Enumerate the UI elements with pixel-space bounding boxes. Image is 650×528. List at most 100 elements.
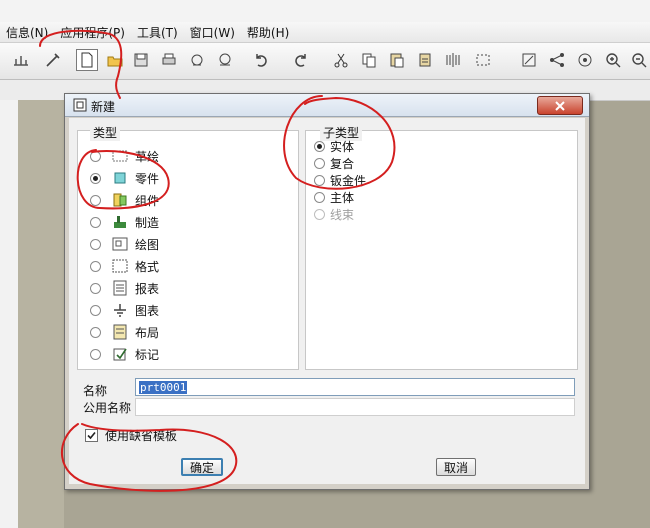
close-icon <box>555 100 565 111</box>
subtype-label: 复合 <box>330 156 355 171</box>
radio-composite[interactable] <box>314 157 325 169</box>
paste-icon[interactable] <box>386 49 408 71</box>
layout-icon <box>113 324 127 340</box>
type-option-drawing[interactable]: 绘图 <box>90 235 159 253</box>
report-icon <box>113 280 127 296</box>
zoom-in-icon[interactable] <box>602 49 624 71</box>
radio-drawing[interactable] <box>90 238 101 250</box>
subtype-option-solid[interactable]: 实体 <box>314 138 354 154</box>
diagram-icon <box>114 304 126 317</box>
radio-manufacturing[interactable] <box>90 216 101 228</box>
subtype-option-harness: 线束 <box>314 206 354 222</box>
common-name-input[interactable] <box>135 398 575 416</box>
zoom-out-icon[interactable] <box>628 49 650 71</box>
part-icon <box>114 172 126 184</box>
type-option-part[interactable]: 零件 <box>90 169 159 187</box>
name-value: prt0001 <box>139 380 188 394</box>
dialog-app-icon <box>73 98 87 112</box>
menu-window[interactable]: 窗口(W) <box>184 24 241 41</box>
type-label: 报表 <box>135 281 160 296</box>
checkmark-icon <box>87 431 96 440</box>
relations-icon[interactable] <box>546 49 568 71</box>
common-name-label: 公用名称 <box>83 401 132 415</box>
sketch-icon <box>112 150 128 162</box>
type-label: 草绘 <box>135 149 160 164</box>
send-icon[interactable] <box>214 49 236 71</box>
subtype-label: 钣金件 <box>330 173 367 188</box>
sketch-icon[interactable] <box>518 49 540 71</box>
mirror-icon[interactable] <box>442 49 464 71</box>
name-label: 名称 <box>83 384 108 398</box>
cancel-button[interactable]: 取消 <box>436 458 476 476</box>
type-label: 标记 <box>135 347 160 362</box>
subtype-option-bulk[interactable]: 主体 <box>314 189 354 205</box>
subtype-label: 主体 <box>330 190 355 205</box>
paste-special-icon[interactable] <box>414 49 436 71</box>
cut-icon[interactable] <box>330 49 352 71</box>
radio-solid[interactable] <box>314 140 325 152</box>
type-label: 格式 <box>135 259 160 274</box>
model-tree-icon[interactable] <box>574 49 596 71</box>
type-option-diagram[interactable]: 图表 <box>90 301 159 319</box>
print-preview-icon[interactable] <box>186 49 208 71</box>
type-option-markup[interactable]: 标记 <box>90 345 159 363</box>
subtype-option-composite[interactable]: 复合 <box>314 155 354 171</box>
radio-harness <box>314 208 325 220</box>
menubar: 信息(N) 应用程序(P) 工具(T) 窗口(W) 帮助(H) <box>0 22 650 43</box>
ok-button[interactable]: 确定 <box>181 458 223 476</box>
subtype-label: 实体 <box>330 139 355 154</box>
type-option-sketch[interactable]: 草绘 <box>90 147 159 165</box>
default-template-checkbox[interactable] <box>85 429 98 442</box>
type-option-format[interactable]: 格式 <box>90 257 159 275</box>
radio-bulk[interactable] <box>314 191 325 203</box>
menu-applications[interactable]: 应用程序(P) <box>54 24 131 41</box>
graphics-area-left <box>18 100 64 528</box>
dialog-titlebar: 新建 <box>65 94 589 117</box>
radio-format[interactable] <box>90 260 101 272</box>
radio-markup[interactable] <box>90 348 101 360</box>
type-option-assembly[interactable]: 组件 <box>90 191 159 209</box>
select-box-icon[interactable] <box>472 49 494 71</box>
drawing-icon <box>112 237 128 251</box>
radio-sheetmetal[interactable] <box>314 174 325 186</box>
type-group: 类型 草绘 零件 组件 制造 绘图 格式 报表 图表 布局 标记 <box>77 124 299 370</box>
radio-part[interactable] <box>90 172 101 184</box>
dialog-title: 新建 <box>91 100 116 114</box>
copy-icon[interactable] <box>358 49 380 71</box>
type-group-label: 类型 <box>90 124 121 141</box>
radio-diagram[interactable] <box>90 304 101 316</box>
save-icon[interactable] <box>130 49 152 71</box>
print-icon[interactable] <box>158 49 180 71</box>
type-label: 制造 <box>135 215 160 230</box>
format-icon <box>112 259 128 273</box>
type-option-manufacturing[interactable]: 制造 <box>90 213 159 231</box>
subtype-group: 子类型 实体 复合 钣金件 主体 线束 <box>305 124 578 370</box>
model-tree-panel <box>0 100 19 528</box>
subtype-label: 线束 <box>330 207 355 222</box>
markup-icon <box>113 348 127 361</box>
close-button[interactable] <box>537 96 583 115</box>
type-label: 布局 <box>135 325 160 340</box>
dialog-body: 类型 草绘 零件 组件 制造 绘图 格式 报表 图表 布局 标记 子类型 实体 … <box>69 118 585 484</box>
type-option-layout[interactable]: 布局 <box>90 323 159 341</box>
measure-icon[interactable] <box>10 49 32 71</box>
radio-layout[interactable] <box>90 326 101 338</box>
type-label: 零件 <box>135 171 160 186</box>
menu-help[interactable]: 帮助(H) <box>241 24 295 41</box>
type-label: 组件 <box>135 193 160 208</box>
main-toolbar <box>0 43 650 80</box>
redo-icon[interactable] <box>290 49 312 71</box>
open-folder-icon[interactable] <box>104 49 126 71</box>
menu-tools[interactable]: 工具(T) <box>131 24 184 41</box>
name-input[interactable]: prt0001 <box>135 378 575 396</box>
radio-sketch[interactable] <box>90 150 101 162</box>
subtype-option-sheetmetal[interactable]: 钣金件 <box>314 172 366 188</box>
new-file-icon[interactable] <box>76 49 98 71</box>
menu-info[interactable]: 信息(N) <box>0 24 54 41</box>
radio-report[interactable] <box>90 282 101 294</box>
radio-assembly[interactable] <box>90 194 101 206</box>
new-dialog: 新建 类型 草绘 零件 组件 制造 绘图 格式 报表 图表 布局 标记 子类型 … <box>64 93 590 490</box>
regen-icon[interactable] <box>42 49 64 71</box>
undo-icon[interactable] <box>250 49 272 71</box>
type-option-report[interactable]: 报表 <box>90 279 159 297</box>
